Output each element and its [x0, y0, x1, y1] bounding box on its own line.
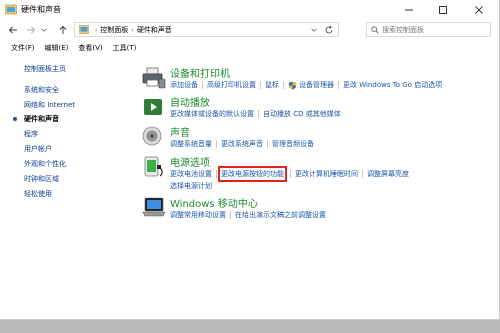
link-change-system-sounds[interactable]: 更改系统声音	[221, 139, 263, 149]
category-title-power-options[interactable]: 电源选项	[170, 154, 210, 169]
breadcrumb-item-hardware-sound[interactable]: 硬件和声音	[137, 25, 172, 35]
chevron-down-icon	[41, 28, 47, 32]
category-title-autoplay[interactable]: 自动播放	[170, 94, 210, 109]
menu-tools[interactable]: 工具(T)	[113, 43, 137, 53]
control-panel-window: 硬件和声音 › 控制面板 › 硬件和声音 搜索控制面板 文件(F) 编辑(E) …	[0, 0, 500, 320]
link-separator	[362, 170, 363, 178]
close-button[interactable]	[466, 0, 492, 20]
sidebar-item-hardware-sound[interactable]: 硬件和声音	[24, 114, 59, 124]
breadcrumb-separator-icon: ›	[95, 26, 98, 34]
autoplay-icon	[144, 99, 162, 115]
recent-locations-button[interactable]	[40, 23, 48, 37]
forward-button[interactable]	[24, 23, 38, 37]
search-icon	[371, 26, 379, 34]
close-icon	[475, 6, 483, 14]
sidebar-item-user-accounts[interactable]: 用户帐户	[24, 144, 52, 154]
refresh-icon[interactable]	[324, 25, 334, 35]
category-links-power-options-row-1: 更改电池设置 更改电源按钮的功能 更改计算机睡眠时间 调整屏幕亮度	[170, 166, 409, 182]
category-links-sound: 调整系统音量 更改系统声音 管理音频设备	[170, 139, 314, 149]
link-mouse[interactable]: 鼠标	[265, 80, 279, 90]
link-separator	[338, 81, 339, 89]
category-links-power-options-row-2: 选择电源计划	[170, 181, 212, 191]
maximize-button[interactable]	[430, 0, 456, 20]
link-separator	[216, 170, 217, 178]
category-title-sound[interactable]: 声音	[170, 124, 190, 139]
desktop-background-strip	[0, 320, 500, 333]
link-separator	[260, 81, 261, 89]
link-device-manager[interactable]: 设备管理器	[299, 80, 334, 90]
link-adjust-screen-brightness[interactable]: 调整屏幕亮度	[367, 169, 409, 179]
up-arrow-icon	[59, 25, 67, 34]
link-separator	[267, 140, 268, 148]
link-advanced-printer-setup[interactable]: 高级打印机设置	[207, 80, 256, 90]
category-title-devices-printers[interactable]: 设备和打印机	[170, 65, 230, 80]
breadcrumb: › 控制面板 › 硬件和声音	[92, 25, 172, 35]
forward-arrow-icon	[27, 26, 36, 34]
sidebar-item-system-security[interactable]: 系统和安全	[24, 85, 59, 95]
link-change-sleep-time[interactable]: 更改计算机睡眠时间	[295, 169, 358, 179]
sidebar: 控制面板主页 系统和安全 网络和 Internet 硬件和声音 程序 用户帐户 …	[0, 55, 130, 315]
menu-bar: 文件(F) 编辑(E) 查看(V) 工具(T)	[0, 40, 499, 55]
link-separator	[283, 81, 284, 89]
link-separator	[230, 211, 231, 219]
sidebar-home-link[interactable]: 控制面板主页	[24, 64, 66, 74]
menu-edit[interactable]: 编辑(E)	[45, 43, 69, 53]
window-title: 硬件和声音	[21, 5, 61, 14]
menu-file[interactable]: 文件(F)	[11, 43, 35, 53]
power-options-icon	[144, 156, 163, 177]
category-links-mobility-center: 调整常用移动设置 在给出演示文稿之前调整设置	[170, 210, 326, 220]
category-links-devices-printers: 添加设备 高级打印机设置 鼠标 设备管理器 更改 Windows To Go 启…	[170, 80, 442, 90]
sidebar-item-programs[interactable]: 程序	[24, 129, 38, 139]
link-manage-audio-devices[interactable]: 管理音频设备	[272, 139, 314, 149]
search-box[interactable]: 搜索控制面板	[366, 22, 491, 37]
up-button[interactable]	[56, 23, 70, 37]
back-arrow-icon	[8, 26, 17, 34]
maximize-icon	[439, 6, 447, 14]
address-dropdown-icon[interactable]	[310, 26, 318, 34]
active-bullet-icon	[13, 117, 17, 121]
minimize-button[interactable]	[396, 0, 422, 20]
link-change-battery-settings[interactable]: 更改电池设置	[170, 169, 212, 179]
minimize-icon	[405, 9, 413, 11]
link-add-device[interactable]: 添加设备	[170, 80, 198, 90]
uac-shield-icon	[288, 80, 297, 90]
link-adjust-mobility-settings[interactable]: 调整常用移动设置	[170, 210, 226, 220]
link-separator	[202, 81, 203, 89]
link-separator	[290, 170, 291, 178]
link-adjust-volume[interactable]: 调整系统音量	[170, 139, 212, 149]
control-panel-app-icon	[5, 4, 17, 15]
link-change-media-defaults[interactable]: 更改媒体或设备的默认设置	[170, 109, 254, 119]
sidebar-item-appearance[interactable]: 外观和个性化	[24, 159, 66, 169]
back-button[interactable]	[6, 23, 20, 37]
breadcrumb-item-control-panel[interactable]: 控制面板	[100, 25, 128, 35]
link-separator	[216, 140, 217, 148]
mobility-center-icon	[142, 197, 166, 217]
menu-view[interactable]: 查看(V)	[78, 43, 102, 53]
printer-icon	[142, 67, 166, 89]
speaker-icon	[142, 126, 162, 146]
link-windows-to-go[interactable]: 更改 Windows To Go 启动选项	[343, 80, 442, 90]
category-links-autoplay: 更改媒体或设备的默认设置 自动播放 CD 或其他媒体	[170, 109, 341, 119]
link-adjust-before-presentation[interactable]: 在给出演示文稿之前调整设置	[235, 210, 326, 220]
sidebar-item-ease-of-access[interactable]: 轻松使用	[24, 189, 52, 199]
category-title-mobility-center[interactable]: Windows 移动中心	[170, 195, 258, 210]
control-panel-icon	[79, 25, 89, 34]
search-input[interactable]: 搜索控制面板	[382, 25, 424, 35]
link-change-power-button-function[interactable]: 更改电源按钮的功能	[218, 166, 287, 182]
link-separator	[258, 110, 259, 118]
link-autoplay-cd[interactable]: 自动播放 CD 或其他媒体	[263, 109, 341, 119]
sidebar-item-network[interactable]: 网络和 Internet	[24, 100, 75, 110]
link-choose-power-plan[interactable]: 选择电源计划	[170, 181, 212, 191]
address-bar[interactable]: › 控制面板 › 硬件和声音	[74, 22, 339, 37]
sidebar-item-clock-region[interactable]: 时钟和区域	[24, 174, 59, 184]
title-bar: 硬件和声音	[0, 0, 499, 20]
navigation-bar: › 控制面板 › 硬件和声音 搜索控制面板	[0, 20, 499, 40]
breadcrumb-separator-icon: ›	[131, 26, 134, 34]
